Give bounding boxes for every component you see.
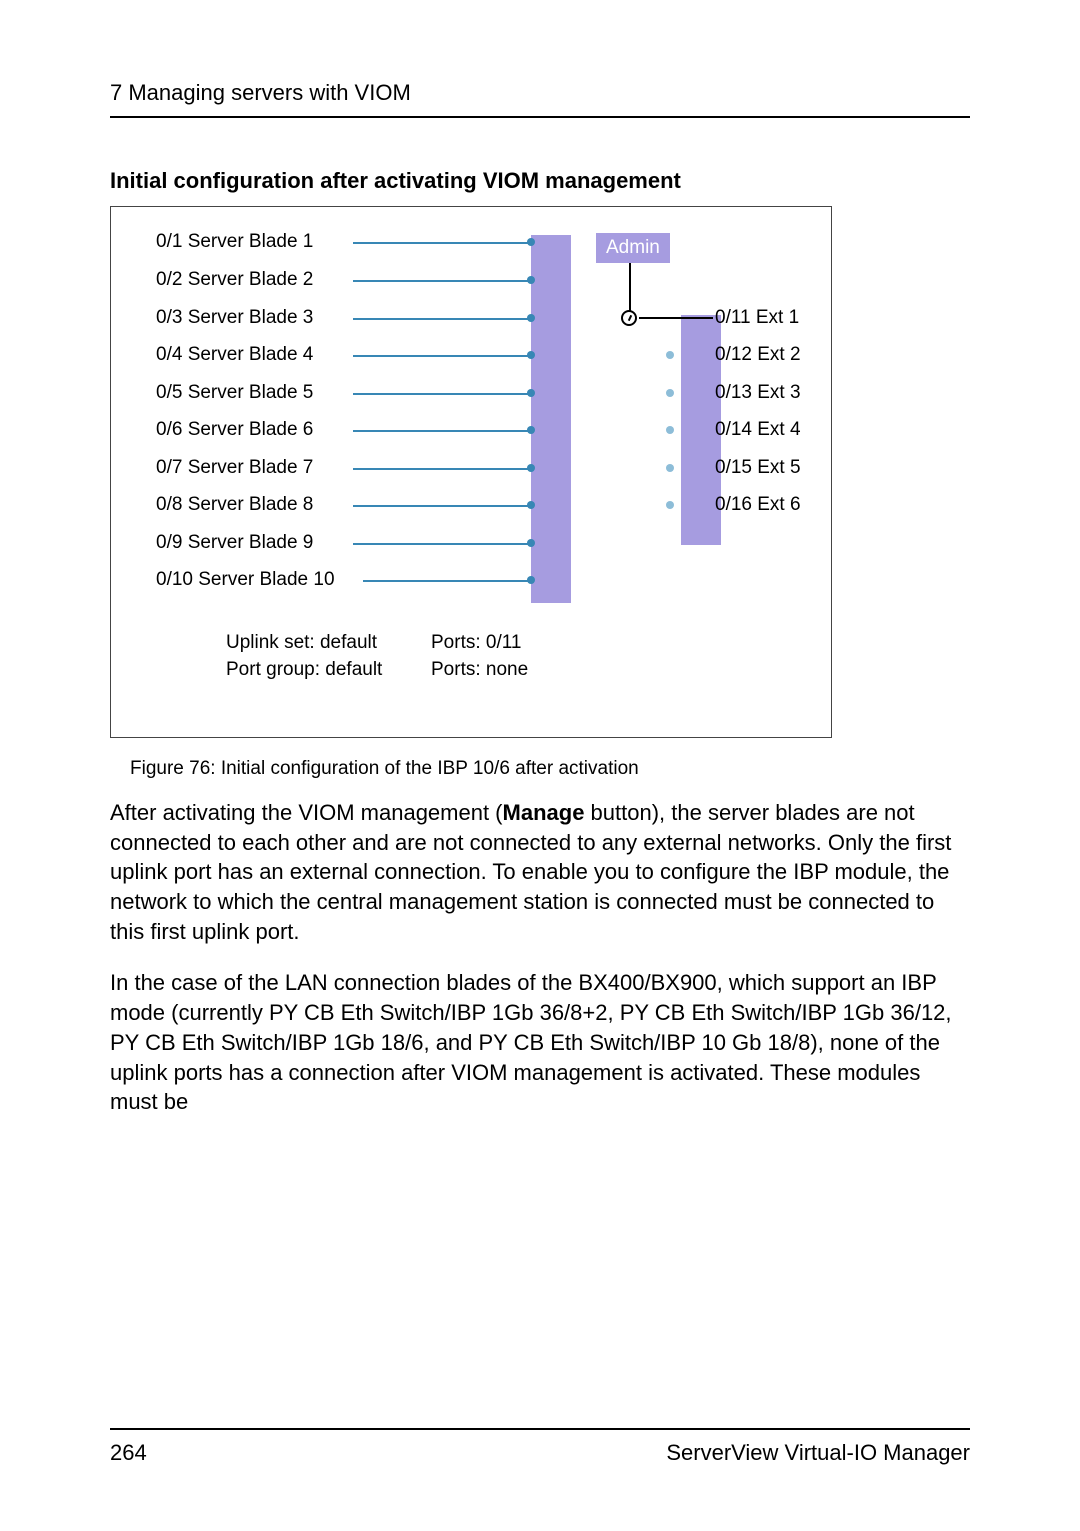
- blade-line-1: [353, 242, 529, 244]
- port-group-label: Port group: default: [226, 659, 382, 681]
- ext-label-2: 0/12 Ext 2: [715, 344, 801, 366]
- blade-line-3: [353, 318, 529, 320]
- blade-dot-7: [527, 464, 535, 472]
- ext-label-1: 0/11 Ext 1: [715, 307, 799, 329]
- blade-dot-8: [527, 501, 535, 509]
- uplink-set-ports: Ports: 0/11: [431, 632, 521, 654]
- ext-label-6: 0/16 Ext 6: [715, 494, 801, 516]
- paragraph-2: In the case of the LAN connection blades…: [110, 968, 970, 1116]
- ext1-connector-icon: [621, 310, 637, 326]
- blade-dot-2: [527, 276, 535, 284]
- blade-label-10: 0/10 Server Blade 10: [156, 569, 335, 591]
- ext-label-4: 0/14 Ext 4: [715, 419, 801, 441]
- blade-label-2: 0/2 Server Blade 2: [156, 269, 313, 291]
- figure-diagram: Admin 0/1 Server Blade 1 0/2 Server Blad…: [110, 206, 832, 738]
- blade-line-8: [353, 505, 529, 507]
- ext-dot-5: [666, 464, 674, 472]
- blade-label-1: 0/1 Server Blade 1: [156, 231, 313, 253]
- figure-caption: Figure 76: Initial configuration of the …: [130, 758, 970, 780]
- blade-label-4: 0/4 Server Blade 4: [156, 344, 313, 366]
- blade-dot-9: [527, 539, 535, 547]
- blade-label-7: 0/7 Server Blade 7: [156, 457, 313, 479]
- blade-label-3: 0/3 Server Blade 3: [156, 307, 313, 329]
- ext1-connector-line: [639, 317, 713, 319]
- blade-line-2: [353, 280, 529, 282]
- blade-dot-10: [527, 576, 535, 584]
- blade-line-9: [353, 543, 529, 545]
- switch-bar-internal: [531, 235, 571, 603]
- uplink-set-label: Uplink set: default: [226, 632, 377, 654]
- blade-dot-1: [527, 238, 535, 246]
- port-group-ports: Ports: none: [431, 659, 528, 681]
- blade-line-4: [353, 355, 529, 357]
- page-footer: 264 ServerView Virtual-IO Manager: [110, 1428, 970, 1466]
- blade-label-9: 0/9 Server Blade 9: [156, 532, 313, 554]
- blade-dot-4: [527, 351, 535, 359]
- blade-dot-6: [527, 426, 535, 434]
- header-rule: [110, 116, 970, 118]
- ext-dot-4: [666, 426, 674, 434]
- section-title: Initial configuration after activating V…: [110, 168, 970, 194]
- paragraph-1: After activating the VIOM management (Ma…: [110, 798, 970, 946]
- paragraph-1a: After activating the VIOM management (: [110, 800, 503, 825]
- blade-dot-5: [527, 389, 535, 397]
- footer-title: ServerView Virtual-IO Manager: [666, 1440, 970, 1466]
- blade-line-7: [353, 468, 529, 470]
- blade-label-5: 0/5 Server Blade 5: [156, 382, 313, 404]
- blade-label-8: 0/8 Server Blade 8: [156, 494, 313, 516]
- ext-dot-3: [666, 389, 674, 397]
- blade-dot-3: [527, 314, 535, 322]
- admin-connector-vertical: [629, 263, 631, 313]
- blade-label-6: 0/6 Server Blade 6: [156, 419, 313, 441]
- ext-label-5: 0/15 Ext 5: [715, 457, 801, 479]
- blade-line-10: [363, 580, 529, 582]
- ext-label-3: 0/13 Ext 3: [715, 382, 801, 404]
- page-header: 7 Managing servers with VIOM: [110, 80, 970, 106]
- admin-box: Admin: [596, 233, 670, 263]
- blade-line-5: [353, 393, 529, 395]
- page-number: 264: [110, 1440, 147, 1466]
- ext-dot-2: [666, 351, 674, 359]
- blade-line-6: [353, 430, 529, 432]
- ext-dot-6: [666, 501, 674, 509]
- manage-bold: Manage: [503, 800, 585, 825]
- footer-rule: [110, 1428, 970, 1430]
